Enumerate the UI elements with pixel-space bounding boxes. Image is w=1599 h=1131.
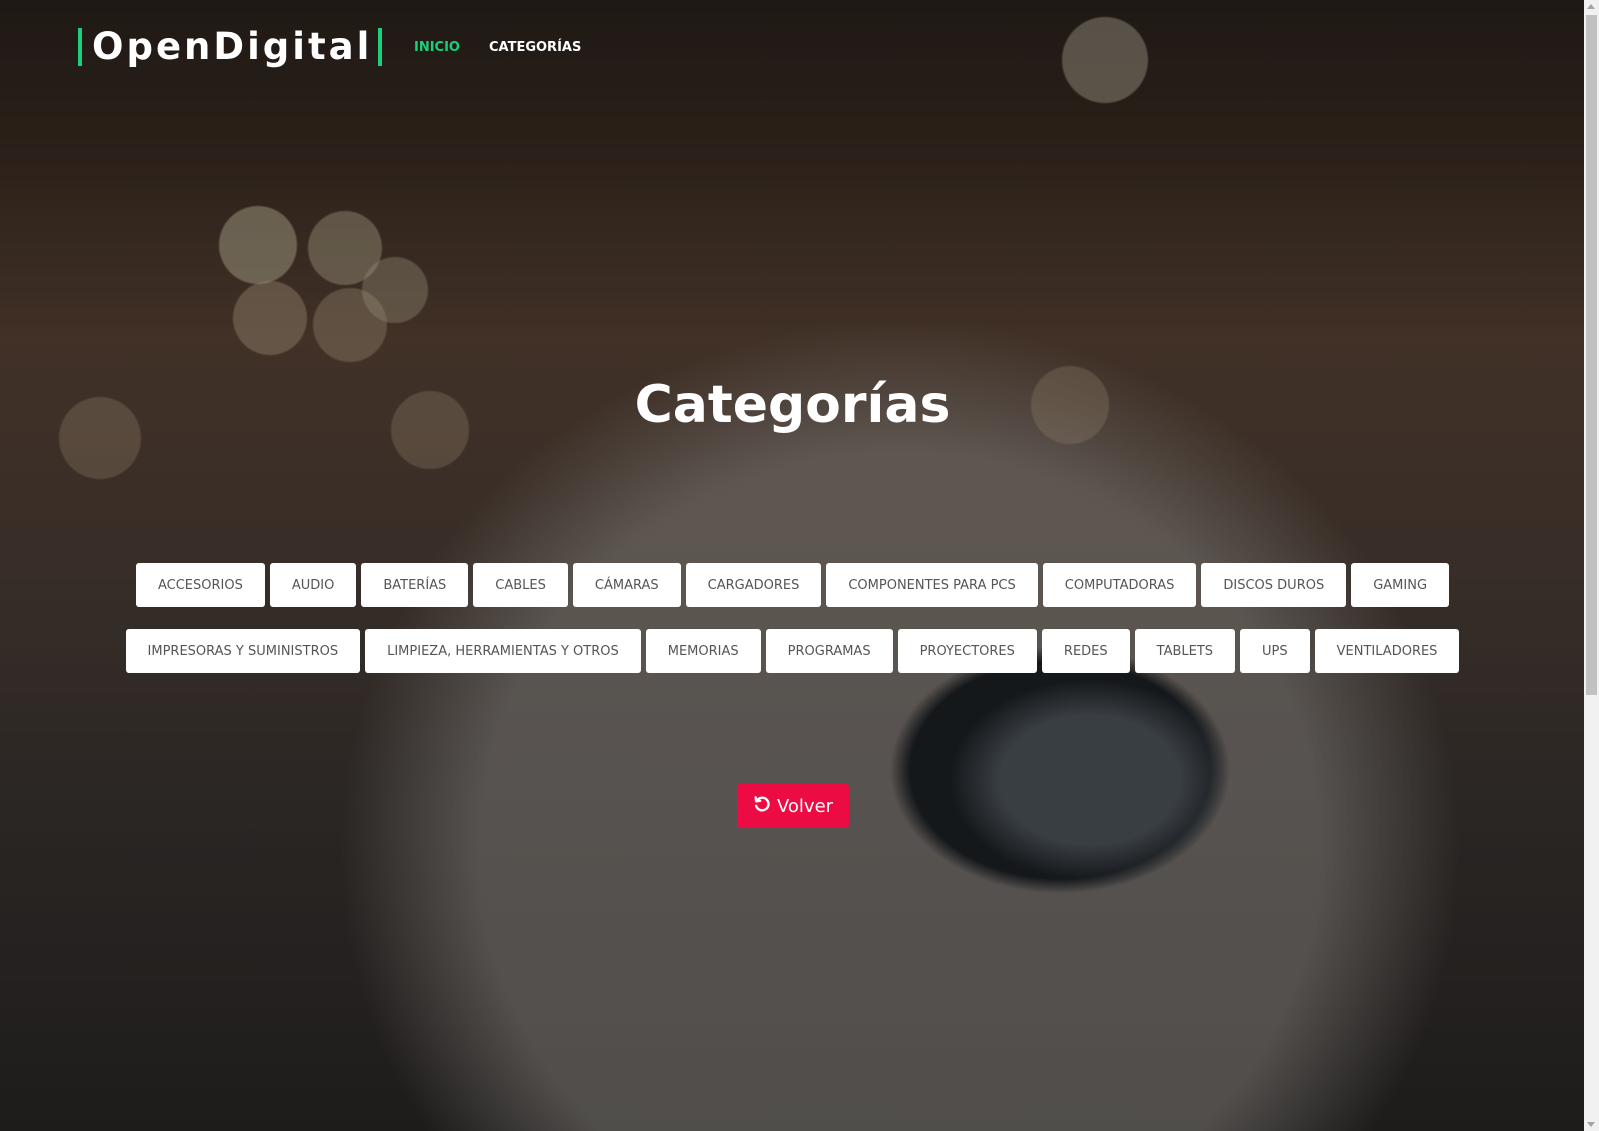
category-button-ups[interactable]: UPS (1240, 629, 1310, 673)
category-row-1: ACCESORIOS AUDIO BATERÍAS CABLES CÁMARAS… (0, 563, 1585, 607)
category-button-discos-duros[interactable]: DISCOS DUROS (1201, 563, 1347, 607)
scroll-down-arrow-icon[interactable] (1587, 1122, 1595, 1127)
category-button-impresoras[interactable]: IMPRESORAS Y SUMINISTROS (125, 629, 361, 673)
undo-icon (753, 795, 771, 818)
category-button-proyectores[interactable]: PROYECTORES (897, 629, 1037, 673)
category-button-tablets[interactable]: TABLETS (1134, 629, 1236, 673)
category-row-2: IMPRESORAS Y SUMINISTROS LIMPIEZA, HERRA… (0, 629, 1585, 673)
brand-logo[interactable]: OpenDigital (78, 28, 383, 66)
category-button-ventiladores[interactable]: VENTILADORES (1314, 629, 1460, 673)
category-button-audio[interactable]: AUDIO (269, 563, 357, 607)
navbar: OpenDigital INICIO CATEGORÍAS (0, 0, 1585, 96)
volver-button-label: Volver (777, 795, 834, 817)
category-button-cables[interactable]: CABLES (473, 563, 568, 607)
volver-button[interactable]: Volver (737, 784, 850, 828)
scroll-thumb[interactable] (1586, 15, 1597, 695)
category-button-baterias[interactable]: BATERÍAS (361, 563, 469, 607)
page-background: OpenDigital INICIO CATEGORÍAS Categorías… (0, 0, 1599, 1131)
category-button-cargadores[interactable]: CARGADORES (685, 563, 822, 607)
category-button-componentes[interactable]: COMPONENTES PARA PCS (826, 563, 1038, 607)
category-button-gaming[interactable]: GAMING (1351, 563, 1450, 607)
category-button-programas[interactable]: PROGRAMAS (765, 629, 893, 673)
category-button-camaras[interactable]: CÁMARAS (572, 563, 681, 607)
category-button-memorias[interactable]: MEMORIAS (645, 629, 761, 673)
category-button-accesorios[interactable]: ACCESORIOS (135, 563, 265, 607)
nav-link-categorias[interactable]: CATEGORÍAS (489, 40, 581, 55)
category-button-redes[interactable]: REDES (1041, 629, 1130, 673)
category-button-limpieza[interactable]: LIMPIEZA, HERRAMIENTAS Y OTROS (365, 629, 641, 673)
scroll-up-arrow-icon[interactable] (1587, 4, 1595, 9)
nav-link-inicio[interactable]: INICIO (414, 40, 460, 55)
category-button-computadoras[interactable]: COMPUTADORAS (1042, 563, 1197, 607)
page-title: Categorías (634, 375, 951, 435)
vertical-scrollbar[interactable] (1584, 0, 1599, 1131)
